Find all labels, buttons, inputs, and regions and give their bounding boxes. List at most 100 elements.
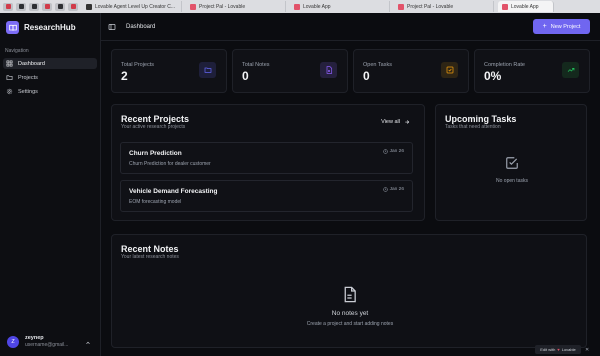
chevron-up-icon[interactable] — [84, 340, 92, 346]
panel-title: Upcoming Tasks — [445, 114, 517, 124]
sidebar-item-settings[interactable]: Settings — [3, 86, 97, 97]
recent-notes-panel: Recent Notes Your latest research notes … — [111, 234, 587, 348]
project-date: Jan 26 — [382, 187, 404, 192]
stat-value: 0 — [363, 69, 370, 83]
project-description: Churn Prediction for dealer customer — [129, 161, 211, 167]
tab-label: Lovable Agent Level Up Creator C... — [95, 3, 176, 10]
browser-tab[interactable]: Project Pal - Lovable — [186, 1, 286, 12]
clock-icon — [382, 187, 388, 192]
tab-favicon — [44, 4, 50, 9]
stat-value: 0 — [242, 69, 249, 83]
empty-state-message: Create a project and start adding notes — [306, 321, 394, 327]
checkbox-icon — [441, 62, 458, 78]
browser-tab[interactable]: Project Pal - Lovable — [394, 1, 494, 12]
sidebar: ResearchHub Navigation Dashboard Project… — [0, 13, 101, 356]
stat-card-total-notes: Total Notes 0 — [232, 49, 348, 93]
edit-with-lovable-badge[interactable]: Edit with ♥ Lovable — [535, 345, 581, 354]
folder-icon — [199, 62, 216, 78]
panel-title: Recent Projects — [121, 114, 190, 124]
panel-subtitle: Tasks that need attention — [445, 124, 501, 130]
stat-label: Open Tasks — [363, 62, 392, 68]
folder-icon — [6, 75, 13, 80]
pinned-tab[interactable] — [3, 2, 13, 11]
tab-favicon — [502, 3, 508, 10]
project-card-churn-prediction[interactable]: Churn Prediction Churn Prediction for de… — [120, 142, 413, 174]
pinned-tab[interactable] — [55, 2, 65, 11]
close-icon[interactable]: ✕ — [585, 347, 589, 353]
panel-title: Recent Notes — [121, 244, 179, 254]
tab-favicon — [5, 4, 11, 9]
book-icon — [6, 21, 19, 34]
stat-card-total-projects: Total Projects 2 — [111, 49, 227, 93]
sidebar-item-label: Settings — [18, 88, 38, 95]
stat-label: Total Notes — [242, 62, 270, 68]
panel-subtitle: Your active research projects — [121, 124, 186, 130]
tab-favicon — [31, 4, 37, 9]
sidebar-item-label: Dashboard — [18, 60, 45, 67]
browser-tab-active[interactable]: Lovable App — [498, 1, 554, 12]
project-date: Jan 26 — [382, 149, 404, 154]
badge-brand: Lovable — [561, 347, 576, 352]
upcoming-tasks-panel: Upcoming Tasks Tasks that need attention… — [435, 104, 587, 221]
recent-projects-panel: Recent Projects Your active research pro… — [111, 104, 425, 221]
brand[interactable]: ResearchHub — [6, 21, 76, 34]
clock-icon — [382, 149, 388, 154]
view-all-label: View all — [381, 119, 400, 125]
arrow-right-icon — [405, 120, 410, 124]
sidebar-toggle-icon[interactable] — [108, 23, 116, 31]
tab-favicon — [57, 4, 63, 9]
tab-favicon — [294, 3, 300, 10]
tab-label: Project Pal - Lovable — [407, 3, 454, 10]
stat-card-completion-rate: Completion Rate 0% — [474, 49, 590, 93]
new-project-button[interactable]: + New Project — [533, 19, 590, 34]
project-date-label: Jan 26 — [389, 149, 404, 154]
user-profile[interactable]: Z zeynep username@gmail... — [7, 335, 68, 348]
top-header: Dashboard + New Project — [101, 13, 600, 41]
view-all-link[interactable]: View all — [381, 119, 410, 125]
browser-tab[interactable]: Lovable Agent Level Up Creator C... — [82, 1, 182, 12]
sidebar-item-dashboard[interactable]: Dashboard — [3, 58, 97, 69]
nav-section-title: Navigation — [5, 48, 29, 54]
browser-tab-strip: Lovable Agent Level Up Creator C... Proj… — [0, 0, 600, 13]
tab-favicon — [18, 4, 24, 9]
pinned-tab[interactable] — [42, 2, 52, 11]
stat-label: Total Projects — [121, 62, 155, 68]
user-email: username@gmail... — [25, 342, 69, 348]
project-name: Vehicle Demand Forecasting — [129, 188, 218, 195]
file-text-icon — [344, 286, 356, 303]
new-project-label: New Project — [550, 23, 581, 30]
stat-value: 0% — [484, 69, 502, 83]
empty-state-title: No notes yet — [331, 310, 369, 317]
empty-state-message: No open tasks — [496, 178, 528, 184]
tab-label: Project Pal - Lovable — [199, 3, 246, 10]
project-card-vehicle-demand-forecasting[interactable]: Vehicle Demand Forecasting EOM forecasti… — [120, 180, 413, 212]
pinned-tab[interactable] — [16, 2, 26, 11]
pinned-tab[interactable] — [29, 2, 39, 11]
plus-icon: + — [542, 23, 547, 30]
tab-favicon — [190, 3, 196, 10]
sidebar-item-label: Projects — [18, 74, 38, 81]
user-name: zeynep — [25, 335, 44, 341]
tab-label: Lovable App — [303, 3, 331, 10]
heart-icon: ♥ — [557, 347, 560, 352]
panel-subtitle: Your latest research notes — [121, 254, 179, 260]
dashboard-icon — [6, 60, 13, 67]
stat-card-open-tasks: Open Tasks 0 — [353, 49, 469, 93]
trending-up-icon — [562, 62, 579, 78]
stat-value: 2 — [121, 69, 128, 83]
project-description: EOM forecasting model — [129, 199, 182, 205]
project-name: Churn Prediction — [129, 150, 182, 157]
file-icon — [320, 62, 337, 78]
gear-icon — [6, 88, 13, 95]
tab-favicon — [70, 4, 76, 9]
breadcrumb: Dashboard — [126, 24, 156, 30]
sidebar-item-projects[interactable]: Projects — [3, 72, 97, 83]
stat-label: Completion Rate — [484, 62, 525, 68]
tab-label: Lovable App — [511, 3, 539, 10]
badge-prefix: Edit with — [540, 347, 556, 352]
browser-tab[interactable]: Lovable App — [290, 1, 390, 12]
avatar: Z — [7, 335, 19, 348]
tab-favicon — [398, 3, 404, 10]
checkbox-icon — [506, 157, 518, 169]
pinned-tab[interactable] — [68, 2, 78, 11]
